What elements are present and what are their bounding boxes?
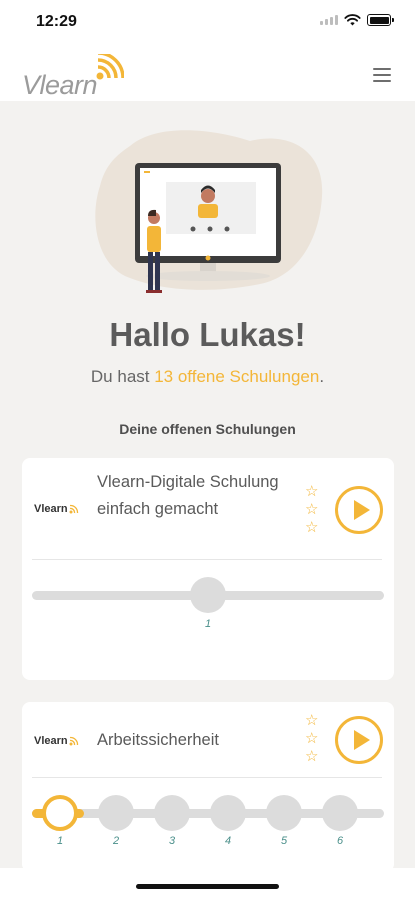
signal-waves-icon <box>69 504 78 514</box>
course-logo: Vlearn <box>34 735 80 747</box>
status-bar: 12:29 <box>0 0 415 46</box>
progress-step[interactable] <box>266 795 302 831</box>
app-logo[interactable]: Vlearn <box>22 54 132 100</box>
signal-waves-icon <box>96 54 124 80</box>
progress-step[interactable] <box>210 795 246 831</box>
course-logo: Vlearn <box>34 503 80 515</box>
star-icon: ☆ <box>305 730 319 747</box>
course-card[interactable]: Vlearn Vlearn-Digitale Schulung einfach … <box>22 458 394 680</box>
app-header: Vlearn <box>0 46 415 101</box>
menu-icon[interactable] <box>373 68 391 86</box>
progress-step-label: 1 <box>204 618 212 630</box>
course-title: Vlearn-Digitale Schulung einfach gemacht <box>97 473 279 518</box>
rating-stars: ☆ ☆ ☆ <box>305 483 318 537</box>
wifi-icon <box>344 14 361 26</box>
progress-step[interactable] <box>98 795 134 831</box>
status-icons <box>320 14 394 26</box>
signal-waves-icon <box>69 736 78 746</box>
course-logo-text: Vlearn <box>34 503 68 515</box>
summary-suffix: . <box>319 367 325 386</box>
greeting-title: Hallo Lukas! <box>109 316 306 353</box>
progress-step-label: 6 <box>336 835 344 847</box>
divider <box>32 777 382 778</box>
summary-prefix: Du hast <box>90 367 155 386</box>
home-indicator[interactable] <box>136 884 279 889</box>
progress-step[interactable] <box>190 577 226 613</box>
rating-stars: ☆ ☆ ☆ <box>305 712 318 766</box>
course-logo-text: Vlearn <box>34 735 68 747</box>
battery-icon <box>367 14 394 26</box>
star-icon: ☆ <box>305 483 319 500</box>
course-card[interactable]: Vlearn Arbeitssicherheit ☆ ☆ ☆ 1 2 3 4 5… <box>22 702 394 872</box>
section-title: Deine offenen Schulungen <box>119 421 296 437</box>
hero-illustration <box>95 130 323 293</box>
star-icon: ☆ <box>305 501 319 518</box>
divider <box>32 559 382 560</box>
open-trainings-count-link[interactable]: 13 offene Schulungen <box>154 367 319 386</box>
progress-step-current[interactable] <box>42 795 78 831</box>
open-trainings-summary: Du hast 13 offene Schulungen. <box>0 367 415 387</box>
logo-text: Vlearn <box>22 70 98 100</box>
star-icon: ☆ <box>305 748 319 765</box>
play-button[interactable] <box>335 486 383 534</box>
star-icon: ☆ <box>305 712 319 729</box>
status-time: 12:29 <box>36 13 77 30</box>
play-button[interactable] <box>335 716 383 764</box>
star-icon: ☆ <box>305 519 319 536</box>
progress-step-label: 3 <box>168 835 176 847</box>
progress-step[interactable] <box>322 795 358 831</box>
progress-step-label: 5 <box>280 835 288 847</box>
progress-step[interactable] <box>154 795 190 831</box>
progress-step-label: 4 <box>224 835 232 847</box>
course-title: Arbeitssicherheit <box>97 731 219 749</box>
progress-step-label: 1 <box>56 835 64 847</box>
progress-step-label: 2 <box>112 835 120 847</box>
signal-icon <box>320 15 338 25</box>
